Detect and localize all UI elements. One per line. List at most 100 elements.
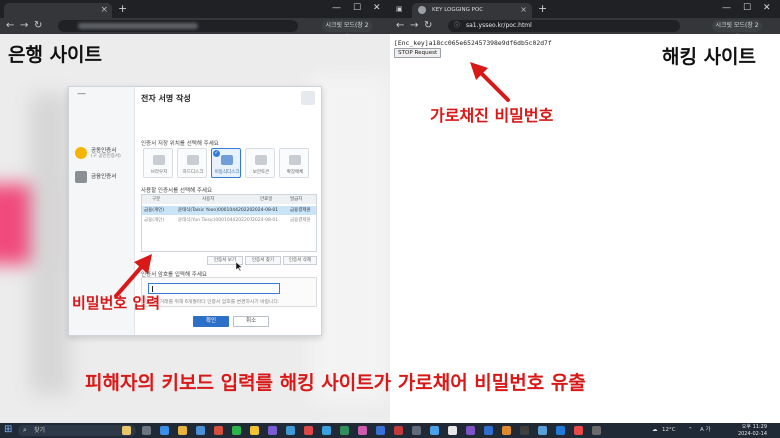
close-window-icon[interactable]: ✕ [373,2,381,15]
table-cell: 금융결제원 [290,218,311,223]
back-icon[interactable]: ← [6,19,14,32]
ok-button[interactable]: 확인 [193,316,229,327]
left-browser-tab[interactable]: × [4,3,112,18]
certificate-table: 구분 사용자 만료일 발급자 금융(개인) 윤태식(Taisic Yoon)00… [141,194,317,252]
taskbar-search[interactable]: ⌕ 찾기 [18,425,136,436]
taskbar-app-icon[interactable] [304,426,313,435]
storage-harddisk[interactable]: 하드디스크 [177,148,207,178]
storage-token[interactable]: 보안토큰 [245,148,275,178]
clock[interactable]: 오후 11:29 2024-02-14 [727,424,767,437]
weather-icon[interactable]: ☁ [652,423,658,438]
taskbar-app-icon[interactable] [556,426,565,435]
maximize-icon[interactable]: ☐ [743,2,751,15]
forward-icon[interactable]: → [20,19,28,32]
left-browser-tabbar: × + — ☐ ✕ [0,0,390,18]
taskbar-app-icon[interactable] [574,426,583,435]
taskbar-app-icon[interactable] [592,426,601,435]
taskbar-app-icon[interactable] [502,426,511,435]
taskbar-app-icon[interactable] [196,426,205,435]
storage-removable[interactable]: ✓ 이동식디스크 [211,148,241,178]
address-bar[interactable] [58,20,298,32]
left-browser-toolbar: ← → ↻ 시크릿 모드(창 2개) [0,18,390,41]
minimize-icon[interactable]: — [77,89,86,99]
screen: × + — ☐ ✕ ← → ↻ 시크릿 모드(창 2개) 은행 사이트 — 공동… [0,0,780,438]
table-cell: 금융(개인) [144,218,165,223]
password-input[interactable] [148,283,280,294]
close-window-icon[interactable]: ✕ [763,2,771,15]
taskbar-app-icon[interactable] [322,426,331,435]
blurred-url [78,23,198,29]
site-info-icon[interactable]: ⓘ [454,20,460,32]
tab-keylogging-poc[interactable]: KEY LOGGING POC × [412,3,532,18]
find-cert-button[interactable]: 인증서 찾기 [245,256,281,265]
hacking-site-label: 해킹 사이트 [662,46,757,68]
storage-label: 하드디스크 [182,170,204,175]
table-row[interactable]: 금융(개인) 윤태식(Taisic Yoon)0001044202207... … [142,206,316,215]
dialog-title: 전자 서명 작성 [141,94,191,103]
minimize-icon[interactable]: — [722,2,731,15]
close-tab-icon[interactable]: × [520,4,527,16]
taskbar-app-icon[interactable] [448,426,457,435]
taskbar-app-icon[interactable] [412,426,421,435]
taskbar-app-icon[interactable] [268,426,277,435]
task-view-icon[interactable] [142,426,151,435]
storage-prompt: 인증서 저장 위치를 선택해 주세요 [141,141,219,147]
tray-chevron-icon[interactable]: ⌃ [688,423,693,438]
tab-list-icon[interactable]: ▣ [396,3,403,16]
new-tab-icon[interactable]: + [118,2,127,16]
table-row[interactable]: 금융(개인) 윤태식(Yun Taisic)0001044202207... 2… [142,216,316,225]
new-tab-icon[interactable]: + [538,2,547,16]
taskbar-app-icon[interactable] [214,426,223,435]
storage-browser[interactable]: 브라우저 [143,148,173,178]
intercepted-password-label: 가로채진 비밀번호 [430,106,554,125]
taskbar-app-icon[interactable] [250,426,259,435]
reload-icon[interactable]: ↻ [34,19,42,32]
cancel-button[interactable]: 취소 [233,316,269,327]
mouse-cursor-icon [236,262,243,271]
maximize-icon[interactable]: ☐ [353,2,361,15]
hacking-site-page: [Enc_key]a18cc065e652457398e9df6db5c02d7… [390,34,780,423]
sidebar-item-finance-cert[interactable]: 금융인증서 [75,169,133,191]
password-input-label: 비밀번호 입력 [72,294,161,312]
sidebar-item-joint-cert[interactable]: 공동인증서 (구 공인인증서) [75,145,133,167]
taskbar-app-icon[interactable] [376,426,385,435]
close-icon[interactable] [301,91,315,105]
minimize-icon[interactable]: — [332,2,341,15]
windows-start-icon[interactable]: ⊞ [4,425,14,435]
taskbar-app-icon[interactable] [232,426,241,435]
taskbar-app-icon[interactable] [286,426,295,435]
storage-label: 보안토큰 [252,170,270,175]
taskbar-app-icon[interactable] [358,426,367,435]
weather-temp[interactable]: 12°C [662,423,676,438]
tab-title: KEY LOGGING POC [432,7,484,13]
stop-request-button[interactable]: STOP Request [394,48,442,58]
incognito-profile-badge[interactable]: 시크릿 모드(창 2개) [712,20,762,41]
close-tab-icon[interactable]: × [100,4,108,16]
taskbar-app-icon[interactable] [538,426,547,435]
reload-icon[interactable]: ↻ [424,19,432,32]
sidebar-item-label: 금융인증서 [91,174,117,180]
taskbar-app-icon[interactable] [520,426,529,435]
incognito-profile-badge[interactable]: 시크릿 모드(창 2개) [322,20,372,41]
taskbar-app-icon[interactable] [340,426,349,435]
forward-icon[interactable]: → [410,19,418,32]
table-cell: 윤태식(Yun Taisic)0001044202207... [178,218,252,223]
ime-indicator[interactable]: A 가 [700,423,711,438]
storage-extended[interactable]: 확장매체 [279,148,309,178]
folder-icon[interactable] [178,426,187,435]
taskbar-app-icon[interactable] [430,426,439,435]
taskbar-app-icon[interactable] [466,426,475,435]
taskbar-app-icon[interactable] [484,426,493,435]
table-cell: 2024-08-01 [252,218,279,223]
back-icon[interactable]: ← [396,19,404,32]
url-text: sa1.ysseo.kr/poc.html [466,22,532,29]
blurred-area [310,74,390,404]
taskbar-app-icon[interactable] [394,426,403,435]
delete-cert-button[interactable]: 인증서 삭제 [283,256,317,265]
taskbar-app-icon[interactable] [122,426,131,435]
harddisk-icon [187,155,199,165]
taskbar-app-icon[interactable] [160,426,169,435]
storage-label: 확장매체 [286,170,304,175]
address-bar[interactable]: ⓘ sa1.ysseo.kr/poc.html [448,20,680,32]
shield-icon [75,171,87,183]
